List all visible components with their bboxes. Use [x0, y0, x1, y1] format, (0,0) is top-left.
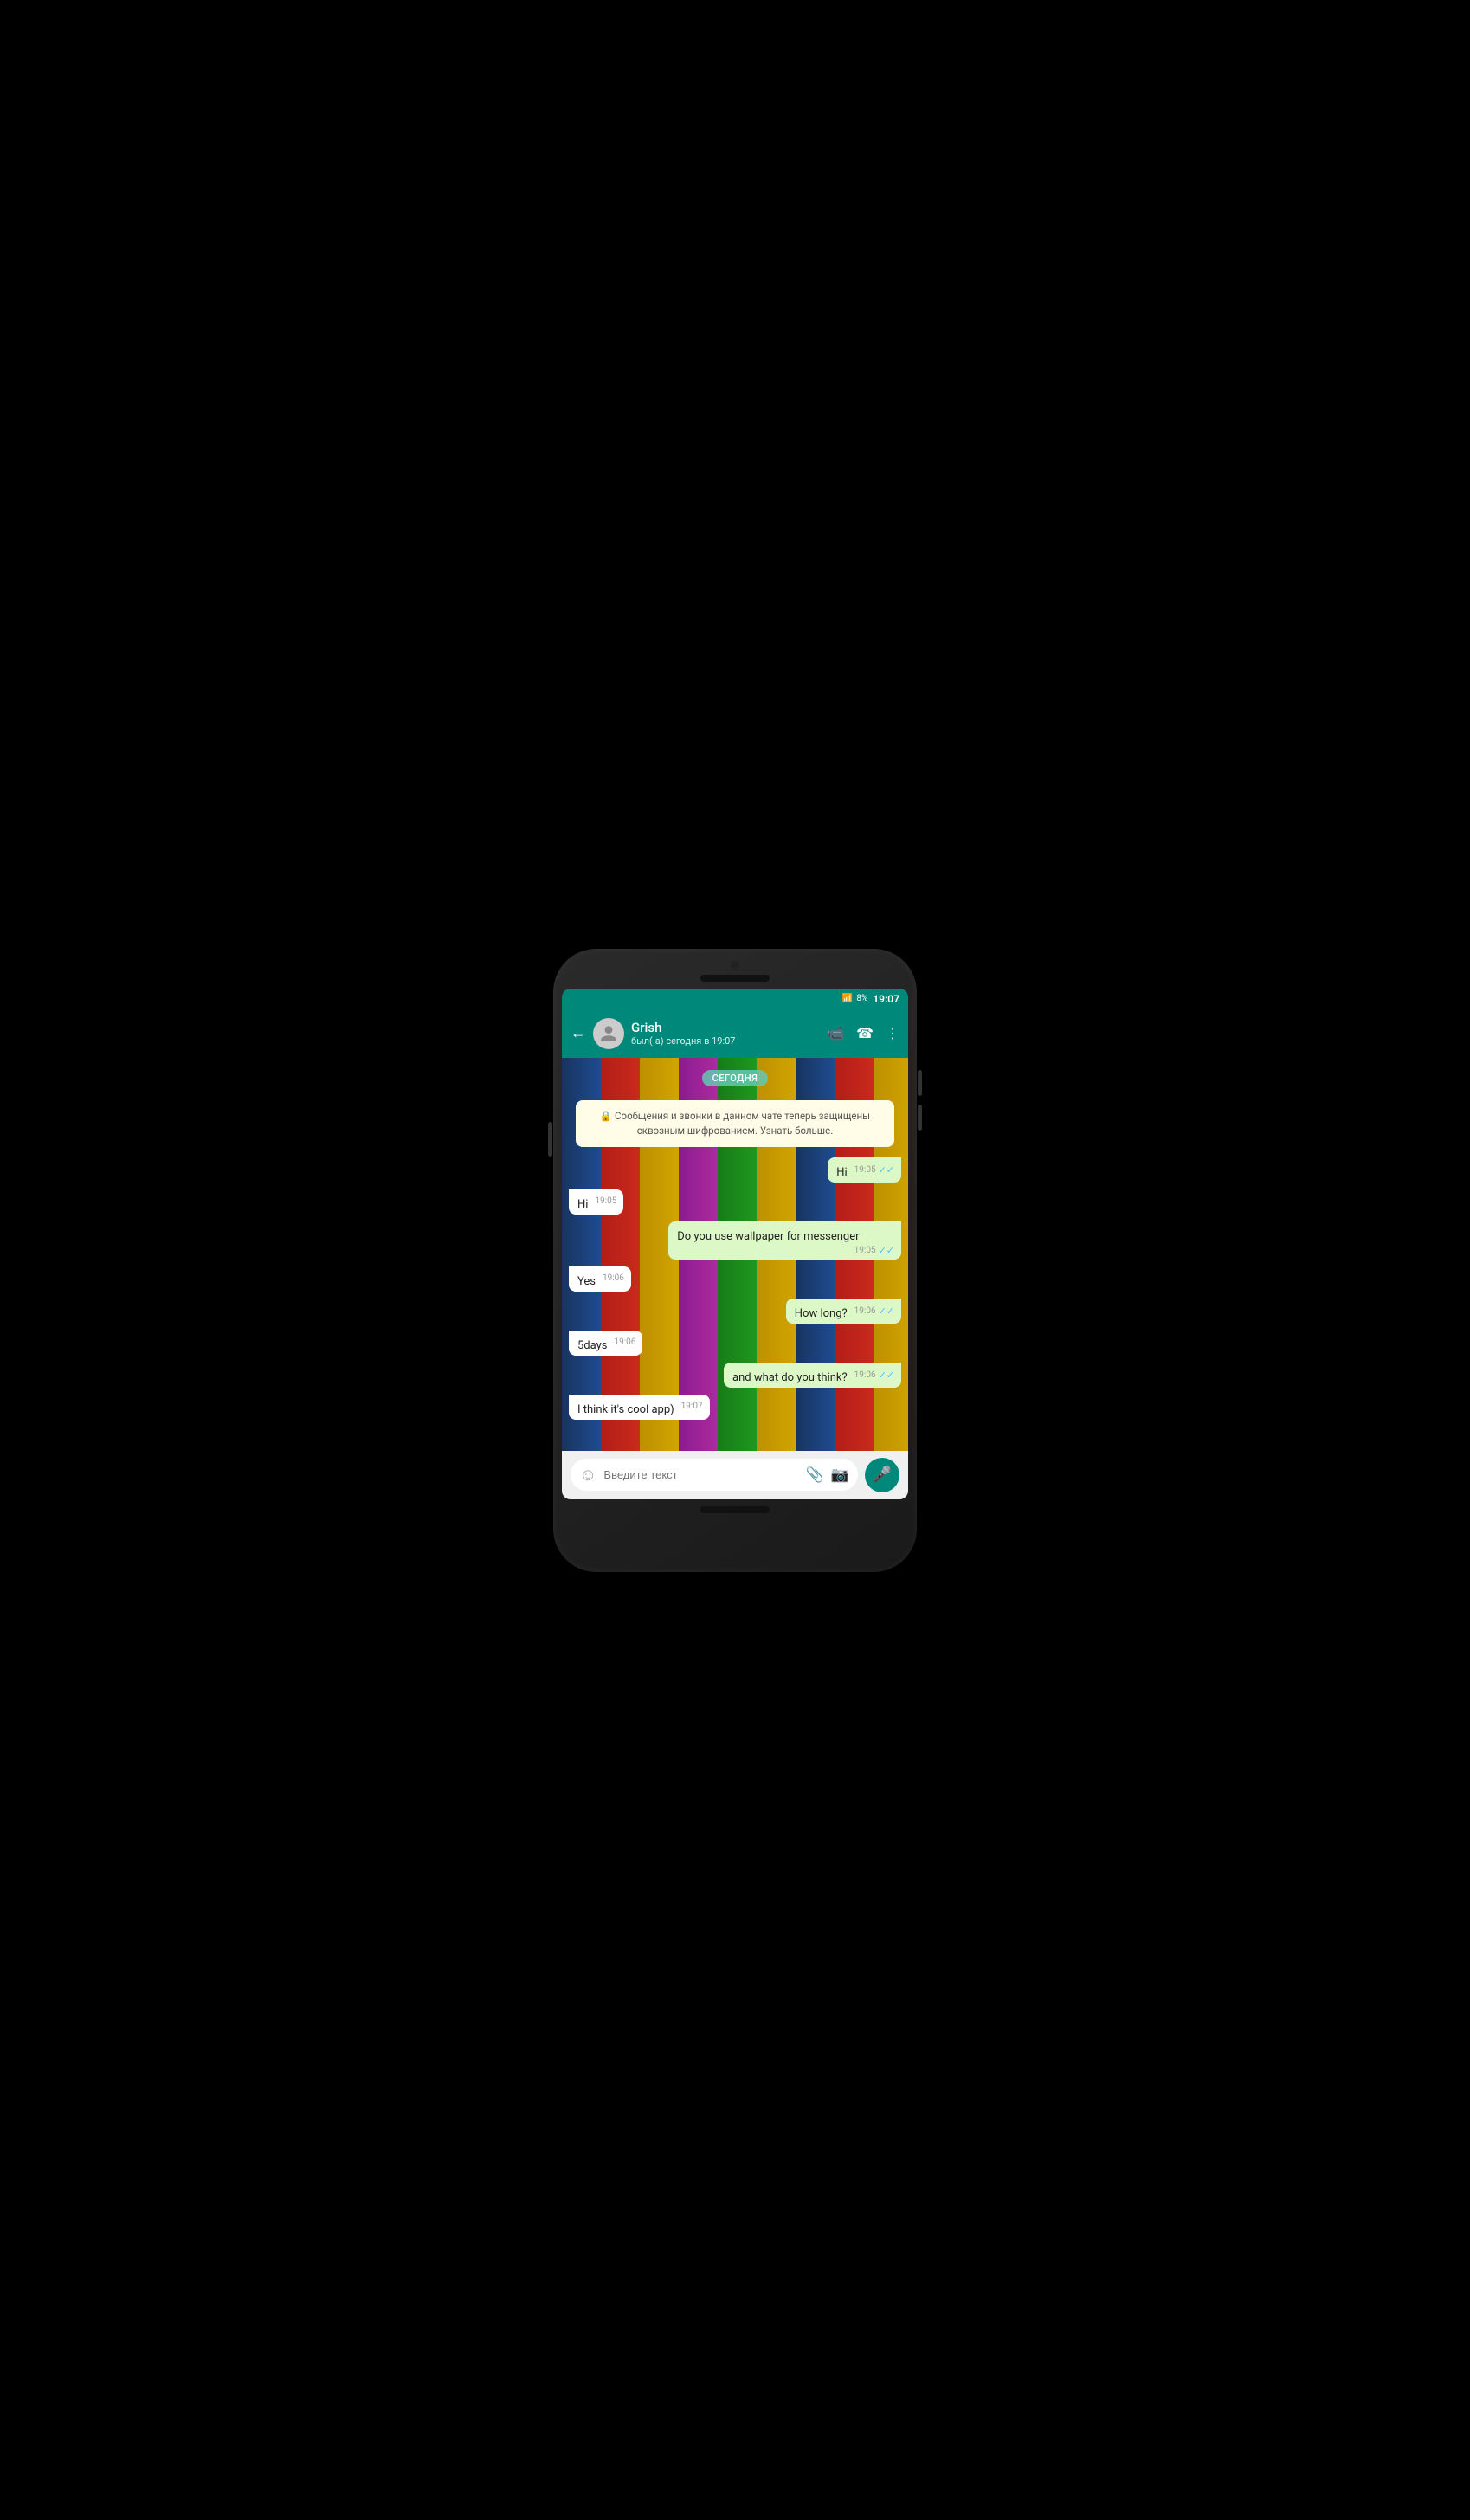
msg-bubble-outgoing: Hi 19:05 ✓✓ [828, 1157, 901, 1183]
front-camera [731, 961, 739, 970]
wifi-icon: 📶 [842, 994, 853, 1003]
msg-text: How long? [795, 1307, 848, 1320]
msg-text: Hi [577, 1198, 588, 1211]
msg-meta: 19:06 [614, 1337, 635, 1347]
back-button[interactable]: ← [571, 1024, 586, 1042]
avatar [593, 1018, 624, 1049]
message-row: How long? 19:06 ✓✓ [569, 1299, 901, 1324]
emoji-button[interactable]: ☺ [579, 1464, 596, 1486]
message-row: I think it's cool app) 19:07 [569, 1395, 901, 1420]
contact-info: Grish был(-а) сегодня в 19:07 [631, 1020, 820, 1047]
msg-meta: 19:05 [595, 1196, 616, 1206]
message-row: Yes 19:06 [569, 1266, 901, 1292]
msg-bubble-outgoing: How long? 19:06 ✓✓ [786, 1299, 901, 1324]
msg-time: 19:06 [854, 1370, 876, 1380]
camera-button[interactable]: 📷 [831, 1466, 849, 1484]
msg-time: 19:06 [603, 1273, 624, 1283]
attach-button[interactable]: 📎 [806, 1466, 824, 1484]
phone-device: 📶 8% 19:07 ← Grish был(-а) сегодня в 19:… [553, 949, 917, 1572]
encryption-notice: 🔒 Сообщения и звонки в данном чате тепер… [576, 1100, 894, 1148]
msg-bubble-outgoing: and what do you think? 19:06 ✓✓ [724, 1363, 901, 1388]
msg-ticks: ✓✓ [879, 1370, 894, 1381]
msg-time: 19:05 [854, 1165, 876, 1175]
volume-up-button[interactable] [918, 1070, 922, 1096]
msg-bubble-incoming: 5days 19:06 [569, 1331, 642, 1356]
msg-time: 19:05 [854, 1246, 876, 1255]
msg-time: 19:06 [614, 1337, 635, 1347]
message-row: and what do you think? 19:06 ✓✓ [569, 1363, 901, 1388]
msg-time: 19:05 [595, 1196, 616, 1206]
message-input[interactable] [603, 1468, 798, 1481]
input-area: ☺ 📎 📷 🎤 [562, 1451, 908, 1499]
contact-status: был(-а) сегодня в 19:07 [631, 1035, 820, 1047]
avatar-person-icon [599, 1024, 618, 1043]
power-button[interactable] [548, 1122, 552, 1157]
msg-text: I think it's cool app) [577, 1403, 674, 1416]
msg-text: Hi [836, 1166, 847, 1179]
msg-meta: 19:05 ✓✓ [854, 1164, 894, 1176]
video-call-button[interactable]: 📹 [827, 1025, 844, 1041]
phone-screen: 📶 8% 19:07 ← Grish был(-а) сегодня в 19:… [562, 989, 908, 1499]
msg-ticks: ✓✓ [879, 1305, 894, 1317]
header-actions: 📹 ☎ ⋮ [827, 1025, 899, 1041]
msg-meta: 19:06 ✓✓ [854, 1370, 894, 1381]
msg-text: Yes [577, 1275, 596, 1288]
chat-messages: СЕГОДНЯ 🔒 Сообщения и звонки в данном ча… [562, 1058, 908, 1429]
voice-call-button[interactable]: ☎ [856, 1025, 874, 1041]
msg-bubble-incoming: Hi 19:05 [569, 1189, 623, 1215]
msg-bubble-incoming: Yes 19:06 [569, 1266, 631, 1292]
msg-time: 19:06 [854, 1306, 876, 1316]
message-row: 5days 19:06 [569, 1331, 901, 1356]
message-input-container: ☺ 📎 📷 [571, 1459, 858, 1491]
msg-meta: 19:06 [603, 1273, 624, 1283]
msg-bubble-incoming: I think it's cool app) 19:07 [569, 1395, 710, 1420]
volume-down-button[interactable] [918, 1105, 922, 1131]
battery-text: 8% [856, 994, 867, 1003]
msg-meta: 19:05 ✓✓ [854, 1245, 894, 1256]
msg-time: 19:07 [681, 1402, 703, 1411]
bottom-speaker [700, 1506, 770, 1513]
chat-header: ← Grish был(-а) сегодня в 19:07 📹 ☎ ⋮ [562, 1009, 908, 1058]
msg-ticks: ✓✓ [879, 1164, 894, 1176]
msg-bubble-outgoing: Do you use wallpaper for messenger 19:05… [668, 1221, 901, 1260]
message-row: Do you use wallpaper for messenger 19:05… [569, 1221, 901, 1260]
date-badge: СЕГОДНЯ [702, 1070, 769, 1086]
msg-ticks: ✓✓ [879, 1245, 894, 1256]
message-row: Hi 19:05 ✓✓ [569, 1157, 901, 1183]
chat-area: СЕГОДНЯ 🔒 Сообщения и звонки в данном ча… [562, 1058, 908, 1451]
top-speaker [700, 975, 770, 982]
mic-icon: 🎤 [873, 1466, 892, 1484]
msg-text: 5days [577, 1339, 607, 1352]
status-icons: 📶 8% 19:07 [842, 993, 899, 1005]
contact-name: Grish [631, 1020, 820, 1035]
mic-button[interactable]: 🎤 [865, 1458, 899, 1492]
msg-text: Do you use wallpaper for messenger [677, 1230, 859, 1243]
msg-meta: 19:06 ✓✓ [854, 1305, 894, 1317]
status-bar: 📶 8% 19:07 [562, 989, 908, 1009]
message-row: Hi 19:05 [569, 1189, 901, 1215]
msg-meta: 19:07 [681, 1402, 703, 1411]
more-options-button[interactable]: ⋮ [886, 1025, 899, 1041]
time-display: 19:07 [873, 993, 899, 1005]
msg-text: and what do you think? [732, 1371, 848, 1384]
